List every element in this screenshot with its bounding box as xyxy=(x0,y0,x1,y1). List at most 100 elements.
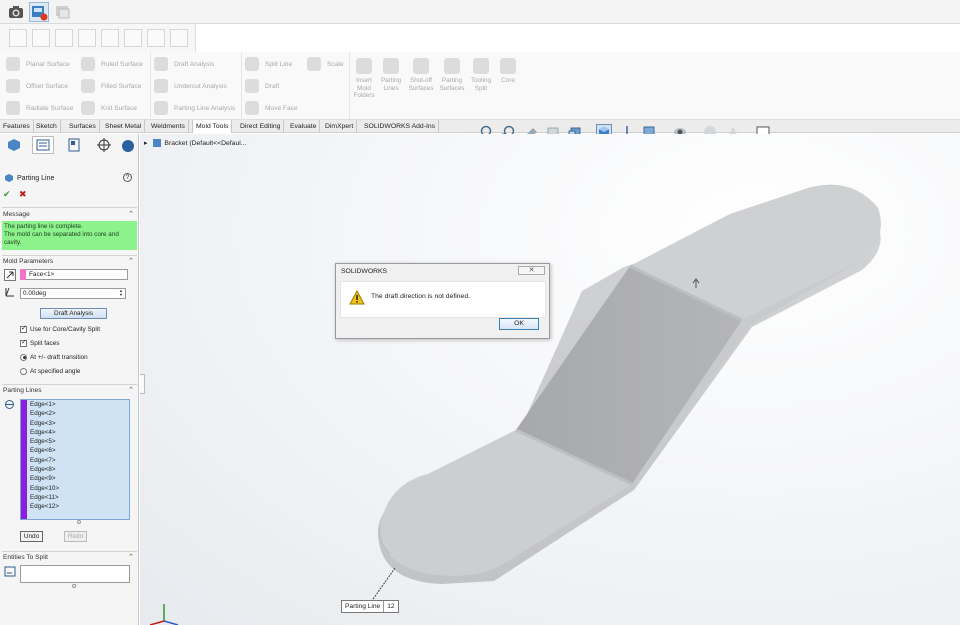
collapse-entities-icon[interactable]: ⌃ xyxy=(128,553,134,561)
core-button[interactable]: Core xyxy=(493,58,523,85)
redo-button[interactable]: Redo xyxy=(64,531,87,542)
undo-button[interactable]: Undo xyxy=(20,531,43,542)
filled-surface-button[interactable]: Filled Surface xyxy=(81,76,141,96)
tab-evaluate[interactable]: Evaluate xyxy=(287,120,321,133)
entities-to-split-list[interactable] xyxy=(20,565,130,583)
list-item[interactable]: Edge<8> xyxy=(21,465,129,474)
panel-collapse-handle[interactable] xyxy=(140,374,145,394)
draft-icon xyxy=(245,79,259,93)
tab-direct-editing[interactable]: Direct Editing xyxy=(237,120,285,133)
dimxpert-manager-tab[interactable] xyxy=(93,136,115,154)
collapse-message-icon[interactable]: ⌃ xyxy=(128,210,134,218)
edge-selection-icon xyxy=(4,399,15,410)
sketch-tool-icon[interactable] xyxy=(9,29,27,47)
dialog-ok-button[interactable]: OK xyxy=(499,318,539,330)
use-core-cavity-checkbox[interactable] xyxy=(20,324,27,333)
at-angle-radio[interactable] xyxy=(20,367,27,375)
split-faces-checkbox[interactable] xyxy=(20,338,27,347)
display-manager-tab[interactable] xyxy=(118,136,136,154)
sketch-tool-icon[interactable] xyxy=(147,29,165,47)
cancel-x-icon[interactable]: ✖ xyxy=(19,189,27,200)
collapse-mold-params-icon[interactable]: ⌃ xyxy=(128,257,134,265)
draft-button[interactable]: Draft xyxy=(245,76,279,96)
property-manager-panel: Parting Line ? ✔ ✖ Message ⌃ The parting… xyxy=(0,134,139,625)
feature-tree-flyout[interactable]: ▸ Bracket (Default<<Defaul... xyxy=(144,138,246,148)
ruled-surface-button[interactable]: Ruled Surface xyxy=(81,54,143,74)
list-item[interactable]: Edge<12> xyxy=(21,502,129,511)
split-line-button[interactable]: Split Line xyxy=(245,54,292,74)
sketch-tool-icon[interactable] xyxy=(78,29,96,47)
tooling-split-button[interactable]: Tooling Split xyxy=(466,58,496,92)
parting-lines-button[interactable]: Parting Lines xyxy=(376,58,406,92)
undercut-analysis-button[interactable]: Undercut Analysis xyxy=(154,76,227,96)
shut-off-surfaces-button[interactable]: Shut-off Surfaces xyxy=(406,58,436,92)
at-angle-row[interactable]: At specified angle xyxy=(20,366,80,376)
sketch-tool-icon[interactable] xyxy=(101,29,119,47)
tab-dimxpert[interactable]: DimXpert xyxy=(322,120,358,133)
reverse-direction-icon[interactable] xyxy=(4,269,16,281)
angle-spinner-icon[interactable]: ▲ ▼ xyxy=(119,289,123,297)
sketch-tool-icon[interactable] xyxy=(32,29,50,47)
configuration-manager-tab[interactable] xyxy=(63,136,85,154)
list-item[interactable]: Edge<10> xyxy=(21,484,129,493)
sketch-tool-icon[interactable] xyxy=(170,29,188,47)
offset-surface-button[interactable]: Offset Surface xyxy=(6,76,68,96)
3d-sketch-icon[interactable] xyxy=(52,2,72,22)
knit-surface-icon xyxy=(81,101,95,115)
tab-solidworks-add-ins[interactable]: SOLIDWORKS Add-Ins xyxy=(361,120,440,133)
tab-features[interactable]: Features xyxy=(0,120,34,133)
list-item[interactable]: Edge<4> xyxy=(21,428,129,437)
feature-manager-tab[interactable] xyxy=(3,136,25,154)
smart-dimension-icon[interactable] xyxy=(6,2,26,22)
parting-surfaces-button[interactable]: Parting Surfaces xyxy=(437,58,467,92)
list-item[interactable]: Edge<1> xyxy=(21,400,129,409)
section-divider xyxy=(2,207,137,208)
list-item[interactable]: Edge<11> xyxy=(21,493,129,502)
list-item[interactable]: Edge<3> xyxy=(21,419,129,428)
radiate-surface-button[interactable]: Radiate Surface xyxy=(6,98,73,118)
tab-sheet-metal[interactable]: Sheet Metal xyxy=(102,120,146,133)
planar-surface-button[interactable]: Planar Surface xyxy=(6,54,70,74)
tab-surfaces[interactable]: Surfaces xyxy=(66,120,100,133)
knit-surface-button[interactable]: Knit Surface xyxy=(81,98,137,118)
ok-check-icon[interactable]: ✔ xyxy=(3,189,11,200)
draft-analysis-button[interactable]: Draft Analysis xyxy=(40,308,107,319)
direction-field[interactable]: Face<1> xyxy=(20,269,128,280)
list-resize-grip[interactable] xyxy=(77,520,81,524)
collapse-parting-lines-icon[interactable]: ⌃ xyxy=(128,386,134,394)
move-face-button[interactable]: Move Face xyxy=(245,98,298,118)
dialog-close-button[interactable]: ✕ xyxy=(518,266,545,275)
help-icon[interactable]: ? xyxy=(123,173,132,182)
graphics-area[interactable]: ▸ Bracket (Default<<Defaul... xyxy=(140,134,960,625)
list-item[interactable]: Edge<2> xyxy=(21,409,129,418)
tab-mold-tools[interactable]: Mold Tools xyxy=(192,120,233,133)
draft-angle-input[interactable]: 0.00deg xyxy=(20,288,126,299)
list-resize-grip[interactable] xyxy=(72,584,76,588)
tab-weldments[interactable]: Weldments xyxy=(148,120,189,133)
parting-line-analysis-button[interactable]: Parting Line Analysis xyxy=(154,98,235,118)
sketch-tool-icon[interactable] xyxy=(55,29,73,47)
property-manager-tab[interactable] xyxy=(32,136,54,154)
parting-line-callout[interactable]: Parting Line 12 xyxy=(341,600,399,613)
insert-mold-folders-icon xyxy=(356,58,372,74)
list-item[interactable]: Edge<5> xyxy=(21,437,129,446)
use-core-cavity-row[interactable]: Use for Core/Cavity Split xyxy=(20,324,100,334)
parting-edges-list[interactable]: Edge<1> Edge<2> Edge<3> Edge<4> Edge<5> … xyxy=(20,399,130,520)
dialog-title: SOLIDWORKS xyxy=(341,268,388,275)
bracket-model[interactable] xyxy=(140,134,960,625)
capture-icon[interactable] xyxy=(29,2,49,22)
tab-sketch[interactable]: Sketch xyxy=(33,120,61,133)
at-transition-row[interactable]: At +/- draft transition xyxy=(20,352,88,362)
at-transition-radio[interactable] xyxy=(20,353,27,361)
scale-button[interactable]: Scale xyxy=(307,54,344,74)
split-faces-row[interactable]: Split faces xyxy=(20,338,59,348)
insert-mold-folders-button[interactable]: Insert Mold Folders xyxy=(349,58,379,100)
sketch-tool-icon[interactable] xyxy=(124,29,142,47)
tree-item-label[interactable]: Bracket (Default<<Defaul... xyxy=(164,140,246,147)
entity-selection-icon xyxy=(4,566,16,577)
expand-arrow-icon[interactable]: ▸ xyxy=(144,139,147,147)
list-item[interactable]: Edge<6> xyxy=(21,446,129,455)
list-item[interactable]: Edge<9> xyxy=(21,474,129,483)
draft-analysis-tool-button[interactable]: Draft Analysis xyxy=(154,54,214,74)
list-item[interactable]: Edge<7> xyxy=(21,456,129,465)
